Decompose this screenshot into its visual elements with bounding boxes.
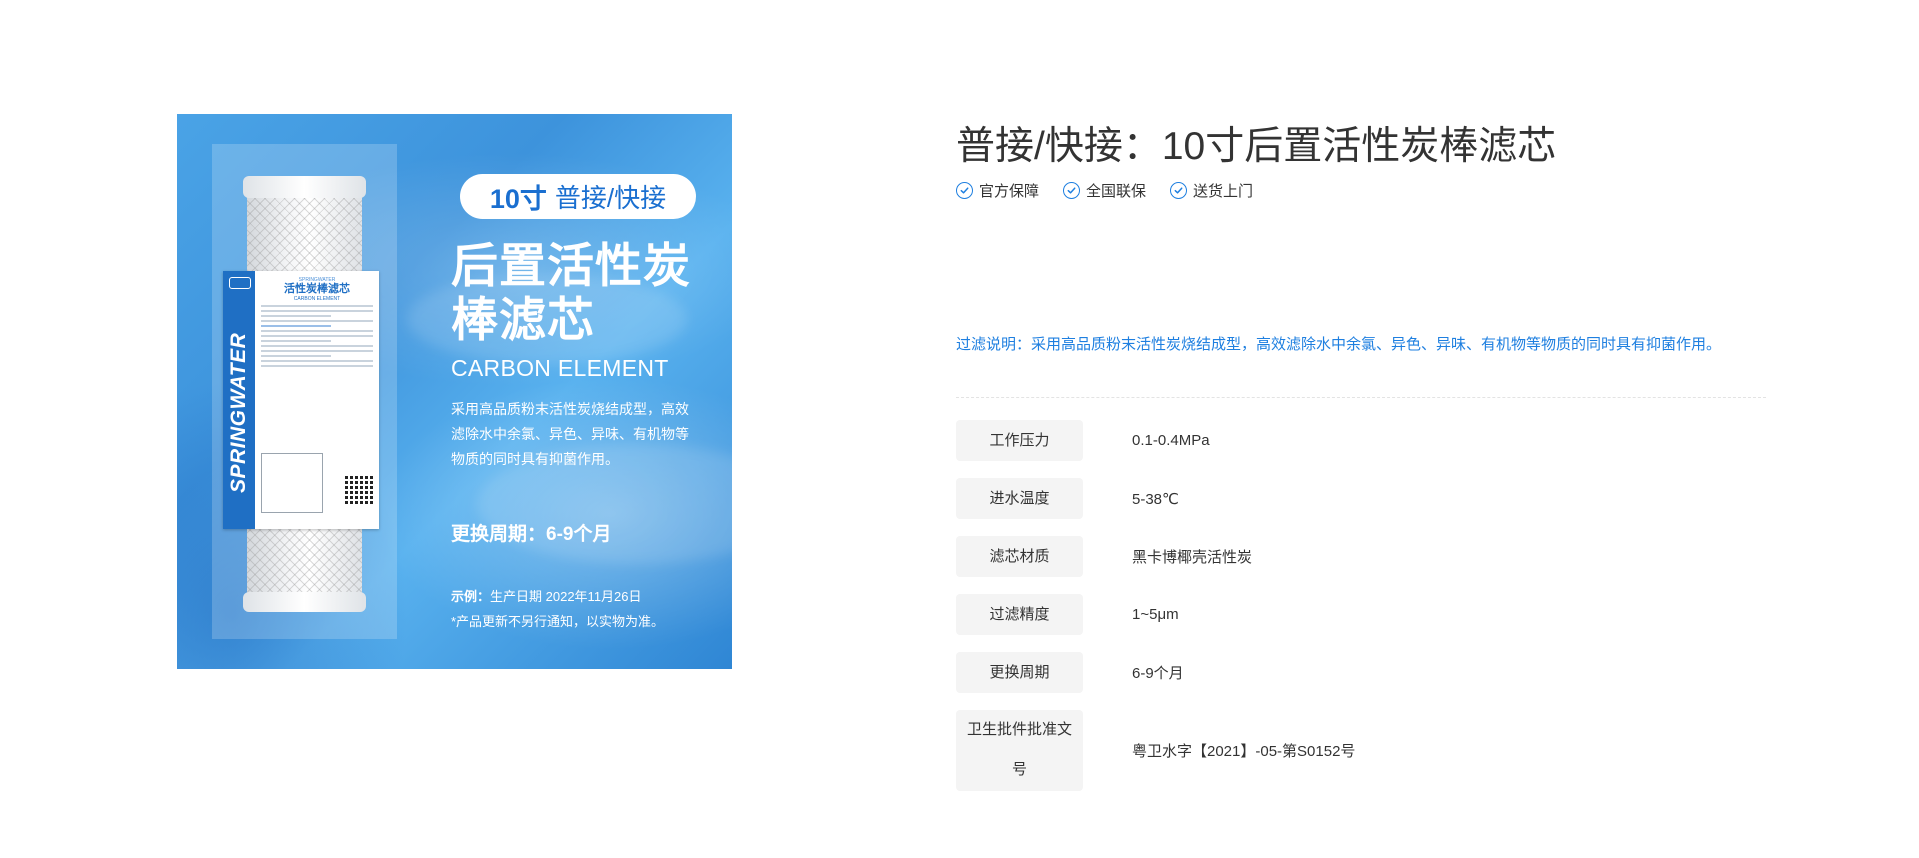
product-image: SPRINGWATER SPRINGWATER 活性炭棒滤芯 CARBON EL… [177, 114, 732, 669]
brand-logo-icon [229, 277, 251, 289]
spec-label: 滤芯材质 [956, 536, 1083, 577]
label-text-line [261, 310, 373, 312]
image-note: *产品更新不另行通知，以实物为准。 [451, 614, 665, 629]
example-text: 生产日期 2022年11月26日 [490, 589, 642, 604]
spec-value: 0.1-0.4MPa [1132, 432, 1210, 449]
spec-row: 更换周期 6-9个月 [956, 652, 1766, 693]
image-description: 采用高品质粉末活性炭烧结成型，高效滤除水中余氯、异色、异味、有机物等物质的同时具… [451, 401, 689, 467]
spec-label: 卫生批件批准文号 [956, 710, 1083, 791]
spec-row: 滤芯材质 黑卡博椰壳活性炭 [956, 536, 1766, 577]
spec-value: 1~5μm [1132, 606, 1179, 623]
guarantee-label: 全国联保 [1086, 183, 1147, 200]
headline-line-2: 棒滤芯 [451, 293, 595, 346]
badge-connection: 普接/快接 [554, 183, 667, 213]
image-english-title: CARBON ELEMENT [451, 355, 669, 381]
label-text-line [261, 345, 373, 347]
spec-label: 过滤精度 [956, 594, 1083, 635]
guarantee-list: 官方保障 全国联保 送货上门 [956, 180, 1253, 201]
spec-value: 6-9个月 [1132, 665, 1184, 682]
label-text-line [261, 315, 331, 317]
spec-value: 黑卡博椰壳活性炭 [1132, 549, 1253, 566]
label-text-line [261, 360, 373, 362]
cartridge-bottom-cap [243, 592, 366, 612]
label-text-line [261, 355, 331, 357]
label-text-line [261, 330, 373, 332]
label-text-line [261, 340, 331, 342]
label-text-line [261, 335, 373, 337]
label-vertical-brand: SPRINGWATER [227, 332, 250, 493]
label-date-box [261, 453, 323, 513]
cartridge-label: SPRINGWATER SPRINGWATER 活性炭棒滤芯 CARBON EL… [223, 271, 379, 529]
image-example: 示例：生产日期 2022年11月26日 [451, 586, 642, 605]
spec-label: 更换周期 [956, 652, 1083, 693]
cartridge-top-cap [243, 176, 366, 198]
label-text-line [261, 365, 373, 367]
guarantee-label: 送货上门 [1193, 183, 1254, 200]
label-text-line [261, 305, 373, 307]
guarantee-item: 送货上门 [1170, 180, 1253, 201]
size-badge: 10寸 普接/快接 [460, 174, 696, 219]
spec-label: 进水温度 [956, 478, 1083, 519]
label-subtitle: CARBON ELEMENT [293, 296, 341, 302]
spec-row: 进水温度 5-38℃ [956, 478, 1766, 519]
guarantee-label: 官方保障 [979, 183, 1040, 200]
filter-description: 过滤说明：采用高品质粉末活性炭烧结成型，高效滤除水中余氯、异色、异味、有机物等物… [956, 336, 1722, 353]
badge-size: 10寸 [489, 184, 547, 214]
check-circle-icon [1170, 182, 1188, 199]
spec-value: 粤卫水字【2021】-05-第S0152号 [1132, 743, 1356, 760]
spec-row: 工作压力 0.1-0.4MPa [956, 420, 1766, 461]
spec-row: 卫生批件批准文号 粤卫水字【2021】-05-第S0152号 [956, 710, 1766, 791]
image-headline: 后置活性炭 棒滤芯 [451, 239, 721, 347]
label-text-line [261, 320, 373, 322]
image-replace-cycle: 更换周期：6-9个月 [451, 524, 612, 545]
label-text-line [261, 350, 373, 352]
example-label: 示例： [451, 589, 491, 604]
headline-line-1: 后置活性炭 [451, 239, 691, 292]
spec-label: 工作压力 [956, 420, 1083, 461]
check-circle-icon [956, 182, 973, 199]
label-text-line [261, 325, 331, 327]
spec-value: 5-38℃ [1132, 490, 1179, 508]
label-brand-strip: SPRINGWATER [223, 271, 255, 529]
guarantee-item: 全国联保 [1063, 180, 1146, 201]
label-content: SPRINGWATER 活性炭棒滤芯 CARBON ELEMENT [259, 277, 375, 370]
spec-row: 过滤精度 1~5μm [956, 594, 1766, 635]
check-circle-icon [1063, 182, 1081, 199]
product-title: 普接/快接：10寸后置活性炭棒滤芯 [956, 125, 1557, 168]
divider [956, 397, 1766, 398]
guarantee-item: 官方保障 [956, 180, 1039, 201]
label-title: 活性炭棒滤芯 [284, 283, 350, 295]
qr-code-icon [345, 476, 373, 504]
spec-table: 工作压力 0.1-0.4MPa 进水温度 5-38℃ 滤芯材质 黑卡博椰壳活性炭… [956, 420, 1766, 791]
